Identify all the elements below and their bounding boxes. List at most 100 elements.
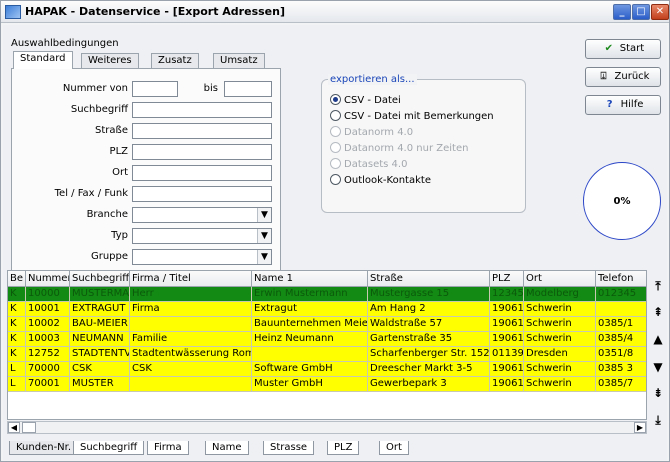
table-cell: K [8,317,26,332]
table-cell: Muster GmbH [252,377,368,392]
table-cell: 0385/7 [596,377,646,392]
branche-select[interactable]: ▼ [132,207,272,223]
column-header[interactable]: Be [8,271,26,287]
table-cell: MUSTER [70,377,130,392]
table-cell: Gewerbepark 3 [368,377,490,392]
table-cell: Schwerin [524,362,596,377]
close-button[interactable]: ✕ [651,4,669,20]
sort-tab[interactable]: Ort [379,441,409,455]
address-table[interactable]: Be Nummer Suchbegriff Firma / Titel Name 1 St… [7,270,647,420]
radio-outlook[interactable]: Outlook-Kontakte [330,174,431,186]
tab-weiteres[interactable]: Weiteres [81,53,139,68]
ort-label: Ort [112,167,128,178]
maximize-button[interactable]: □ [632,4,650,20]
gruppe-select[interactable]: ▼ [132,249,272,265]
radio-icon [330,174,341,185]
radio-datasets: Datasets 4.0 [330,158,407,170]
table-cell: 10000 [26,287,70,302]
table-cell: Gartenstraße 35 [368,332,490,347]
column-header[interactable]: Firma / Titel [130,271,252,287]
last-record-icon[interactable]: ⤓ [651,413,665,428]
zurueck-button[interactable]: ⍗ Zurück [585,67,661,87]
sort-tab[interactable]: Kunden-Nr. [9,441,79,455]
sort-tab[interactable]: Strasse [263,441,315,455]
radio-icon [330,158,341,169]
column-header[interactable]: PLZ [490,271,524,287]
exit-door-icon: ⍗ [600,71,607,82]
radio-csv-bemerkungen[interactable]: CSV - Datei mit Bemerkungen [330,110,494,122]
typ-select[interactable]: ▼ [132,228,272,244]
sort-tab[interactable]: Firma [147,441,189,455]
progress-indicator: 0% [583,162,661,240]
prev-record-icon[interactable]: ▲ [651,332,665,346]
sort-tab[interactable]: Name [205,441,249,455]
chevron-down-icon[interactable]: ▼ [257,250,271,264]
table-cell: 10001 [26,302,70,317]
table-cell: Schwerin [524,302,596,317]
table-cell: 0385/4 [596,332,646,347]
table-cell: Dresden [524,347,596,362]
page-down-icon[interactable]: ⇟ [651,386,665,400]
table-cell: Modelberg [524,287,596,302]
application-window: HAPAK - Datenservice - [Export Adressen]… [0,0,670,462]
table-cell: L [8,377,26,392]
tel-input[interactable] [132,186,272,202]
column-header[interactable]: Suchbegriff [70,271,130,287]
window-title: HAPAK - Datenservice - [Export Adressen] [25,5,285,18]
title-bar[interactable]: HAPAK - Datenservice - [Export Adressen]… [1,1,669,23]
table-cell: 70001 [26,377,70,392]
horizontal-scrollbar[interactable]: ◀ ▶ [7,421,647,434]
chevron-down-icon[interactable]: ▼ [257,208,271,222]
suchbegriff-input[interactable] [132,102,272,118]
tab-standard[interactable]: Standard [13,51,73,69]
table-cell: 01139 [490,347,524,362]
tel-label: Tel / Fax / Funk [54,188,128,199]
column-header[interactable]: Telefon [596,271,646,287]
column-header[interactable]: Name 1 [252,271,368,287]
table-cell: Extragut [252,302,368,317]
export-group-title: exportieren als... [328,74,417,85]
main-content: Auswahlbedingungen Standard Weiteres Zus… [3,25,667,460]
scroll-right-icon[interactable]: ▶ [634,422,646,433]
table-cell: 19061 [490,302,524,317]
table-cell: 12752 [26,347,70,362]
tab-umsatz[interactable]: Umsatz [213,53,265,68]
scroll-left-icon[interactable]: ◀ [8,422,20,433]
radio-csv[interactable]: CSV - Datei [330,94,401,106]
table-cell: Waldstraße 57 [368,317,490,332]
next-record-icon[interactable]: ▼ [651,360,665,374]
strasse-input[interactable] [132,123,272,139]
sort-tab[interactable]: Suchbegriff [73,441,145,455]
first-record-icon[interactable]: ⤒ [651,279,665,294]
gruppe-label: Gruppe [90,251,128,262]
table-cell: K [8,332,26,347]
table-cell: 0385 3 [596,362,646,377]
minimize-button[interactable]: _ [613,4,631,20]
table-cell: K [8,347,26,362]
hilfe-button[interactable]: ? Hilfe [585,95,661,115]
table-cell: EXTRAGUT [70,302,130,317]
column-header[interactable]: Straße [368,271,490,287]
start-button[interactable]: ✔ Start [585,39,661,59]
ort-input[interactable] [132,165,272,181]
table-cell: 19061 [490,377,524,392]
table-cell: Erwin Mustermann [252,287,368,302]
standard-tab-panel: Nummer von bis Suchbegriff Straße PLZ Or… [11,68,281,290]
table-cell [130,377,252,392]
scroll-thumb[interactable] [22,422,36,433]
column-header[interactable]: Ort [524,271,596,287]
column-header[interactable]: Nummer [26,271,70,287]
page-up-icon[interactable]: ⇞ [651,305,665,319]
tab-zusatz[interactable]: Zusatz [151,53,199,68]
plz-input[interactable] [132,144,272,160]
export-format-group: exportieren als... CSV - Datei CSV - Dat… [321,74,526,213]
table-cell: Familie [130,332,252,347]
chevron-down-icon[interactable]: ▼ [257,229,271,243]
checkmark-icon: ✔ [604,43,613,54]
nummer-bis-input[interactable] [224,81,272,97]
table-cell: Heinz Neumann [252,332,368,347]
sort-tab[interactable]: PLZ [327,441,360,455]
typ-label: Typ [111,230,128,241]
table-cell: 0385/1 [596,317,646,332]
radio-selected-icon [330,94,341,105]
